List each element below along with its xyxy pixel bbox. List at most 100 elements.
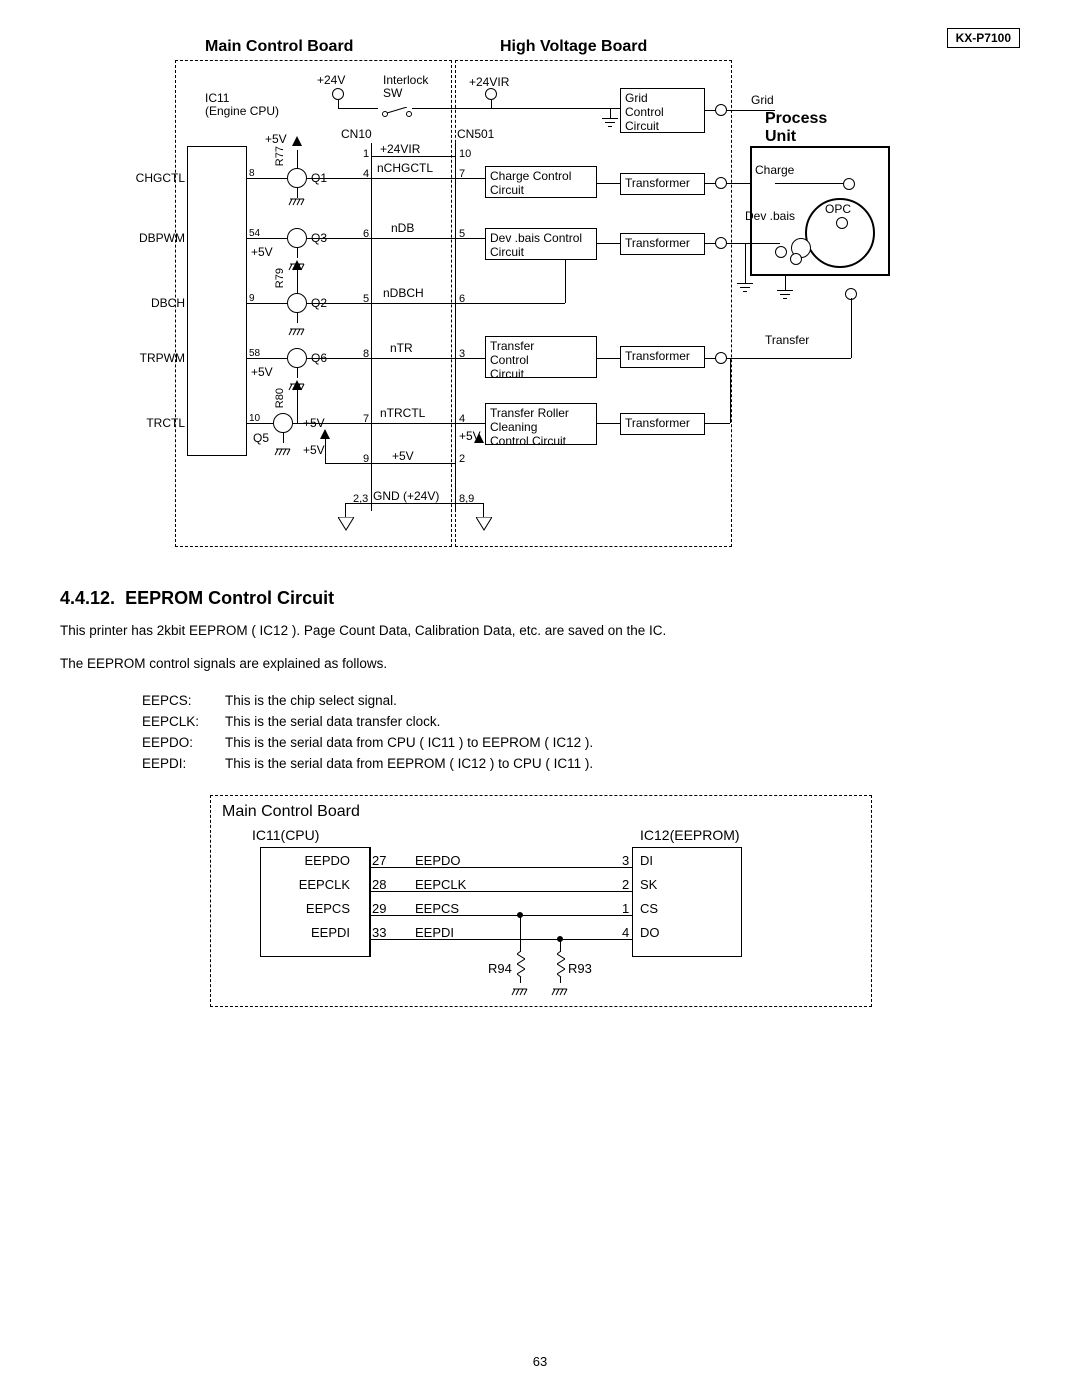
pin-num: 28: [372, 877, 386, 892]
dev-roller-3: [790, 253, 802, 265]
pin-num: 33: [372, 925, 386, 940]
table-row: EEPCLK:This is the serial data transfer …: [142, 712, 617, 731]
transfer-ctrl-block: Transfer Control Circuit: [485, 336, 597, 378]
cn10-pin-9: 9: [363, 453, 369, 466]
ic11-label: IC11 (Engine CPU): [205, 92, 279, 118]
gnd-icon: [551, 983, 569, 999]
pin-num: 29: [372, 901, 386, 916]
cn501-pin-89: 8,9: [459, 493, 474, 506]
section-eeprom: 4.4.12. EEPROM Control Circuit This prin…: [60, 588, 1020, 775]
gnd-triangle-icon: [338, 517, 354, 534]
sig-trpwm: TRPWM: [140, 352, 185, 365]
arrow-up-icon: [474, 433, 484, 443]
arrow-up-icon: [292, 260, 302, 270]
gnd-icon: [288, 323, 306, 339]
section-heading: 4.4.12. EEPROM Control Circuit: [60, 588, 1020, 609]
cn10-pin-5: 5: [363, 293, 369, 306]
sig-chgctl: CHGCTL: [136, 172, 185, 185]
node-dot: [557, 936, 563, 942]
p24vir-node: [485, 88, 497, 100]
cn10-pin-1: 1: [363, 148, 369, 161]
signal-table: EEPCS:This is the chip select signal. EE…: [140, 689, 619, 775]
ic11-block: [187, 146, 247, 456]
sig-dbpwm: DBPWM: [139, 232, 185, 245]
pin-name: DI: [640, 853, 653, 868]
node-icon: [715, 237, 727, 249]
p24v: +24V: [317, 74, 345, 87]
switch-icon: [382, 104, 412, 120]
ic12-title: IC12(EEPROM): [640, 827, 740, 843]
gnd-icon: [737, 283, 753, 292]
net-name: EEPCS: [415, 901, 459, 916]
cn501-pin-4: 4: [459, 413, 465, 426]
xfmr2-block: Transformer: [620, 233, 705, 255]
net-nchgctl: nCHGCTL: [377, 162, 433, 175]
p5v-1: +5V: [265, 133, 287, 146]
pin-name: SK: [640, 877, 657, 892]
hv-board-title: High Voltage Board: [500, 38, 647, 56]
node-dot: [517, 912, 523, 918]
process-unit-title: Process Unit: [765, 110, 827, 146]
section-lead: The EEPROM control signals are explained…: [60, 656, 1020, 671]
cn10-pin-23: 2,3: [353, 493, 368, 506]
net-name: EEPDI: [415, 925, 454, 940]
dev-ctrl-block: Dev .bais Control Circuit: [485, 228, 597, 260]
pin-num: 4: [622, 925, 629, 940]
charge-node: [843, 178, 855, 190]
pin-name: EEPDI: [290, 925, 350, 940]
xfmr1-block: Transformer: [620, 173, 705, 195]
gnd-icon: [777, 290, 793, 299]
gnd-icon: [288, 198, 306, 209]
resistor-icon: [557, 951, 563, 977]
cn10-pin-7: 7: [363, 413, 369, 426]
ic11-title: IC11(CPU): [252, 827, 319, 843]
hv-ground-icon: [602, 118, 618, 127]
r77: R77: [275, 146, 286, 166]
proc-grid: Grid: [751, 94, 774, 107]
net-ndb: nDB: [391, 222, 414, 235]
opc-center: [836, 217, 848, 229]
net-name: EEPCLK: [415, 877, 466, 892]
r80: R80: [275, 388, 286, 408]
eeprom-board-title: Main Control Board: [222, 803, 360, 821]
cn501-pin-2: 2: [459, 453, 465, 466]
proc-transfer: Transfer: [765, 334, 809, 347]
cn501-label: CN501: [457, 128, 494, 141]
sig-dbch: DBCH: [151, 297, 185, 310]
xfmr3-block: Transformer: [620, 346, 705, 368]
charge-ctrl-block: Charge Control Circuit: [485, 166, 597, 198]
p5v-5: +5V: [303, 444, 325, 457]
cn501-pin-6: 6: [459, 293, 465, 306]
node-icon: [715, 177, 727, 189]
gnd-triangle-icon: [476, 517, 492, 534]
cn10-pin-8: 8: [363, 348, 369, 361]
proc-charge: Charge: [755, 164, 794, 177]
q6-icon: [287, 348, 307, 368]
net-gnd24: GND (+24V): [373, 490, 439, 503]
pin-num: 1: [622, 901, 629, 916]
net-p5v: +5V: [392, 450, 414, 463]
resistor-icon: [517, 951, 523, 977]
gnd-icon: [274, 443, 292, 459]
pin-num: 2: [622, 877, 629, 892]
proc-opc: OPC: [825, 203, 851, 216]
cn10-pin-4: 4: [363, 168, 369, 181]
p5v-3: +5V: [251, 366, 273, 379]
cn10-pin-6: 6: [363, 228, 369, 241]
node-icon: [715, 352, 727, 364]
pin-name: CS: [640, 901, 658, 916]
r93-label: R93: [568, 961, 592, 976]
cn501-pin-7: 7: [459, 168, 465, 181]
table-row: EEPDO:This is the serial data from CPU (…: [142, 733, 617, 752]
table-row: EEPDI:This is the serial data from EEPRO…: [142, 754, 617, 773]
pin-name: EEPCS: [290, 901, 350, 916]
proc-devbais: Dev .bais: [745, 210, 795, 223]
page-number: 63: [0, 1354, 1080, 1369]
pin-name: EEPDO: [290, 853, 350, 868]
sig-trctl: TRCTL: [146, 417, 185, 430]
hv-diagram: Main Control Board High Voltage Board IC…: [125, 38, 955, 548]
net-ntr: nTR: [390, 342, 413, 355]
pin-name: DO: [640, 925, 660, 940]
q2-icon: [287, 293, 307, 313]
cn501-pin-10: 10: [459, 148, 471, 161]
